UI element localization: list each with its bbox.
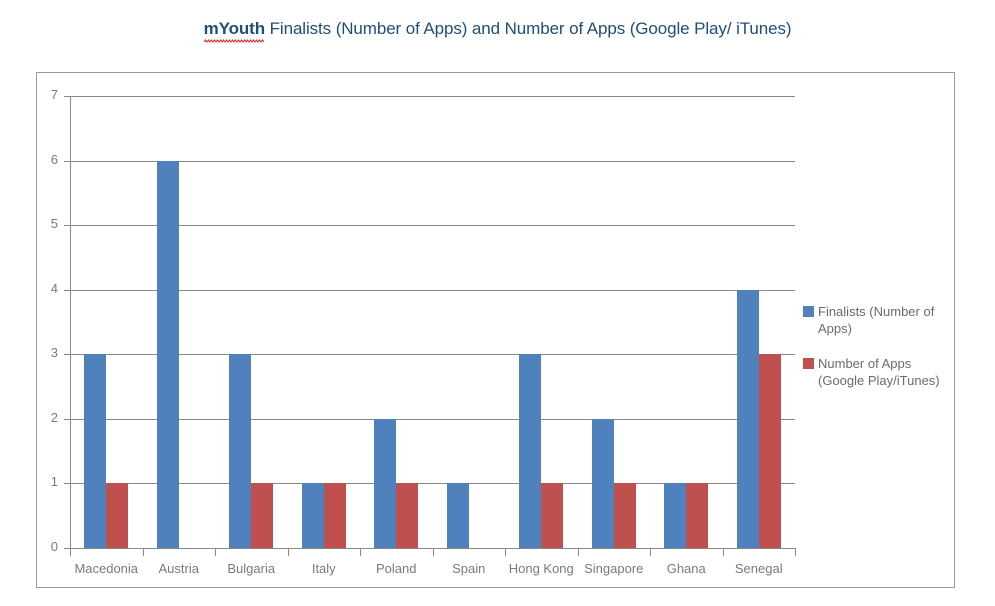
- gridline: [70, 96, 795, 97]
- value-axis-label: 4: [50, 280, 58, 296]
- chart-legend: Finalists (Number of Apps) Number of Apps…: [803, 303, 951, 407]
- bar: [613, 483, 636, 548]
- gridline: [70, 160, 795, 162]
- gridline: [70, 418, 795, 420]
- gridline: [70, 289, 795, 291]
- category-axis-label: Spain: [452, 561, 486, 576]
- category-axis-tick: [215, 549, 216, 556]
- category-axis-label: Poland: [376, 561, 417, 576]
- bar: [541, 483, 564, 548]
- plot-area: [70, 96, 795, 549]
- bar: [664, 483, 687, 548]
- spellcheck-squiggle-icon: [203, 39, 265, 43]
- legend-swatch-icon: [803, 358, 814, 369]
- bar: [374, 418, 397, 548]
- category-axis-tick: [142, 549, 144, 556]
- value-axis-label: 1: [50, 474, 58, 490]
- category-axis-label: Italy: [311, 561, 336, 576]
- bar: [323, 483, 346, 548]
- bar: [591, 418, 614, 548]
- category-axis-tick: [795, 549, 796, 556]
- bar: [686, 483, 709, 548]
- legend-label: Number of Apps (Google Play/iTunes): [818, 356, 940, 388]
- category-axis-label: Ghana: [666, 561, 706, 576]
- value-axis-label: 3: [50, 345, 58, 361]
- category-axis-tick: [70, 549, 71, 556]
- title-misspelled-text: mYouth: [203, 19, 266, 38]
- gridline: [70, 225, 795, 227]
- category-axis-label: Macedonia: [74, 561, 139, 576]
- bar: [156, 160, 179, 548]
- bar: [106, 483, 129, 548]
- category-axis-tick: [505, 549, 506, 556]
- legend-label: Finalists (Number of Apps): [818, 304, 935, 336]
- bar: [84, 354, 107, 548]
- legend-entry[interactable]: Finalists (Number of Apps): [803, 303, 951, 337]
- value-axis-label: 0: [50, 539, 58, 554]
- value-axis-label: 7: [50, 87, 58, 102]
- category-axis-label: Austria: [158, 561, 199, 576]
- bar: [301, 483, 324, 548]
- gridline: [70, 354, 795, 356]
- category-axis-label: Bulgaria: [227, 561, 276, 576]
- category-axis-tick: [577, 549, 579, 556]
- bar: [251, 483, 274, 548]
- title-rest-text: Finalists (Number of Apps) and Number of…: [265, 19, 792, 38]
- category-axis-label: Singapore: [584, 561, 644, 576]
- legend-entry[interactable]: Number of Apps (Google Play/iTunes): [803, 355, 951, 389]
- category-axis-tick: [287, 549, 289, 556]
- category-axis-label: Hong Kong: [508, 561, 574, 576]
- category-axis-tick: [650, 549, 651, 556]
- bar: [229, 354, 252, 548]
- chart-container: mYouth Finalists (Number of Apps) and Nu…: [0, 0, 995, 606]
- value-axis-label: 2: [50, 409, 58, 425]
- category-axis-tick: [432, 549, 434, 556]
- bar: [519, 354, 542, 548]
- title-misspelled-word: mYouth: [203, 19, 266, 43]
- bar: [396, 483, 419, 548]
- legend-swatch-icon: [803, 306, 814, 317]
- bar: [446, 483, 469, 548]
- value-axis-label: 6: [50, 151, 58, 167]
- category-axis-tick: [722, 549, 724, 556]
- category-axis-label: Senegal: [734, 561, 783, 576]
- bar: [736, 289, 759, 548]
- value-axis-label: 5: [50, 216, 58, 232]
- bar: [758, 354, 781, 548]
- category-axis-tick: [360, 549, 361, 556]
- chart-title: mYouth Finalists (Number of Apps) and Nu…: [0, 19, 995, 43]
